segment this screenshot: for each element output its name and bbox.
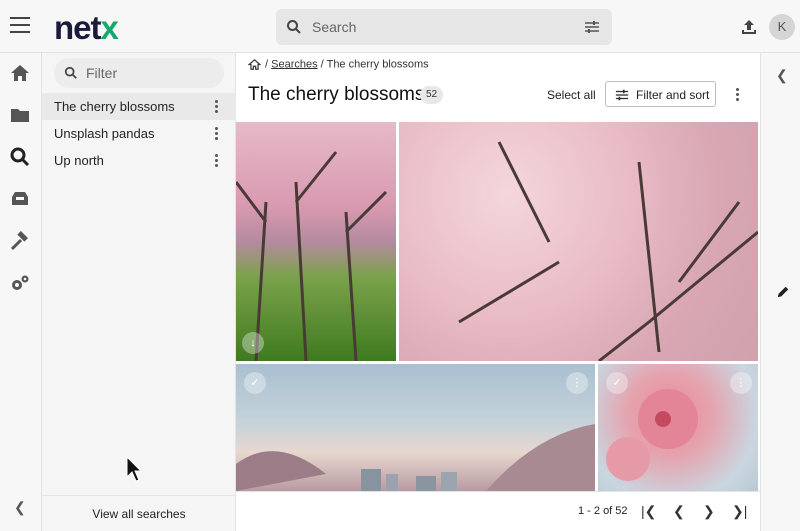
first-page-icon[interactable]: |❮ [641, 503, 656, 520]
search-item-cherry-blossoms[interactable]: The cherry blossoms [42, 93, 236, 120]
previous-page-icon[interactable]: ❮ [673, 503, 685, 520]
search-item-unsplash-pandas[interactable]: Unsplash pandas [42, 120, 236, 147]
asset-thumbnail[interactable]: ↓ [236, 122, 396, 361]
page-title: The cherry blossoms [248, 84, 425, 105]
details-sidebar: ❮ [760, 53, 800, 531]
search-icon[interactable] [9, 146, 31, 168]
breadcrumb-current: The cherry blossoms [326, 58, 429, 71]
upload-icon[interactable] [740, 18, 758, 36]
avatar[interactable]: K [769, 14, 795, 40]
main-content: / Searches / The cherry blossoms The che… [236, 53, 760, 531]
menu-icon[interactable] [10, 17, 30, 35]
more-icon[interactable]: ⋮ [566, 372, 588, 394]
breadcrumb: / Searches / The cherry blossoms [248, 58, 429, 71]
result-count-badge: 52 [420, 86, 444, 104]
next-page-icon[interactable]: ❯ [703, 503, 715, 520]
search-item-label: The cherry blossoms [54, 99, 175, 114]
filter-field[interactable]: Filter [54, 58, 224, 88]
search-icon [287, 20, 301, 34]
folder-icon[interactable] [9, 104, 31, 126]
pagination: 1 - 2 of 52 |❮ ❮ ❯ ❯| [236, 491, 760, 531]
edit-icon[interactable] [776, 285, 790, 299]
breadcrumb-searches-link[interactable]: Searches [271, 58, 317, 70]
netx-logo[interactable]: netx [54, 9, 119, 47]
filter-and-sort-button[interactable]: Filter and sort [605, 81, 716, 107]
page-range: 1 - 2 of 52 [578, 505, 628, 517]
view-all-searches-button[interactable]: View all searches [42, 495, 236, 531]
more-icon[interactable]: ⋮ [730, 372, 752, 394]
search-item-label: Unsplash pandas [54, 126, 155, 141]
tune-icon[interactable] [584, 19, 600, 35]
collapse-icon[interactable]: ❮ [14, 499, 26, 516]
nav-rail: ❮ [0, 53, 42, 531]
more-icon[interactable] [215, 154, 218, 169]
search-bar[interactable]: Search [276, 9, 612, 45]
select-all-button[interactable]: Select all [547, 88, 596, 102]
asset-thumbnail[interactable] [399, 122, 758, 361]
tune-icon [615, 89, 629, 101]
filter-input[interactable]: Filter [86, 65, 117, 81]
search-item-up-north[interactable]: Up north [42, 147, 236, 174]
more-icon[interactable] [215, 100, 218, 115]
download-icon[interactable]: ↓ [242, 332, 264, 354]
search-icon [64, 66, 77, 79]
search-item-label: Up north [54, 153, 104, 168]
more-options-icon[interactable] [736, 88, 739, 103]
gears-icon[interactable] [9, 272, 31, 294]
search-input[interactable]: Search [312, 19, 356, 35]
more-icon[interactable] [215, 127, 218, 142]
home-icon[interactable] [248, 58, 261, 71]
last-page-icon[interactable]: ❯| [732, 503, 747, 520]
expand-icon[interactable]: ❮ [776, 67, 788, 84]
inbox-icon[interactable] [9, 188, 31, 210]
asset-thumbnail[interactable]: ✓ ⋮ [598, 364, 758, 491]
check-icon[interactable]: ✓ [244, 372, 266, 394]
check-icon[interactable]: ✓ [606, 372, 628, 394]
top-bar: netx Search K [0, 0, 800, 53]
hammer-icon[interactable] [9, 230, 31, 252]
home-icon[interactable] [9, 62, 31, 84]
mouse-cursor-icon [126, 456, 142, 482]
asset-thumbnail[interactable]: ✓ ⋮ [236, 364, 595, 491]
